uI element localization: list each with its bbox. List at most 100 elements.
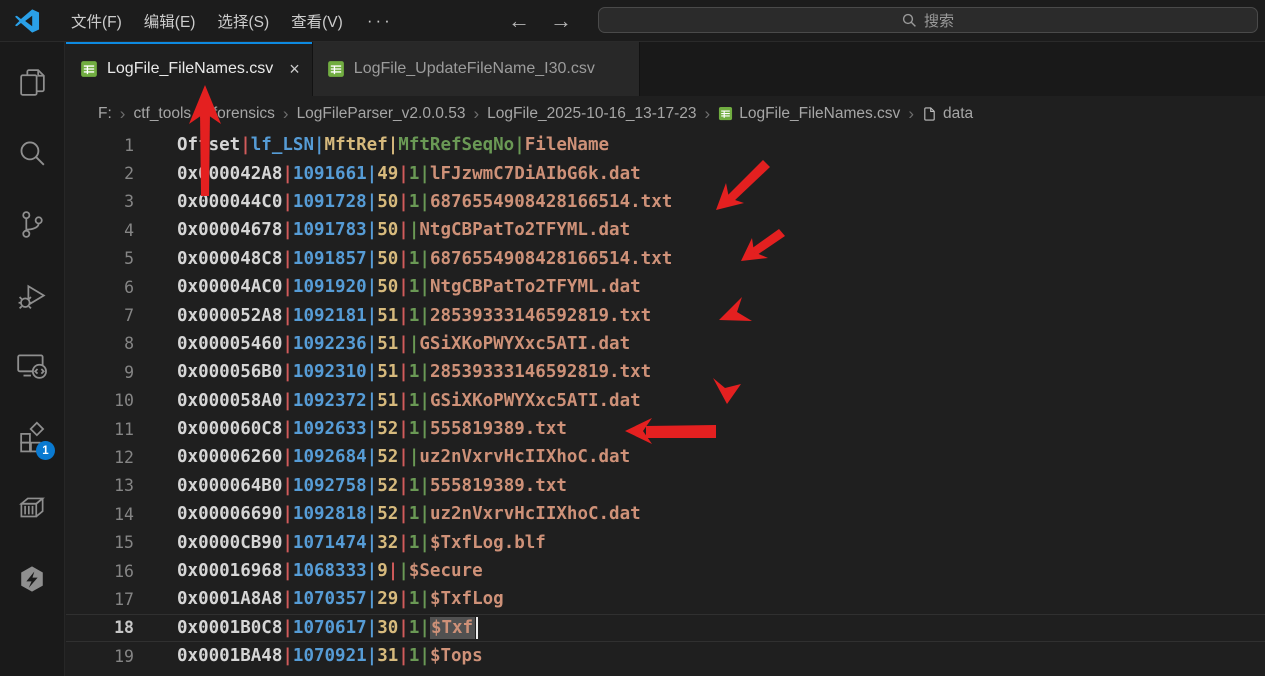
line-number: 2 — [66, 164, 134, 183]
tab-label: LogFile_UpdateFileName_I30.csv — [354, 60, 595, 78]
code-line[interactable]: 60x00004AC0|1091920|50|1|NtgCBPatTo2TFYM… — [66, 273, 1265, 301]
line-content: 0x00006260|1092684|52||uz2nVxrvHcIIXhoC.… — [177, 447, 630, 467]
line-number: 1 — [66, 136, 134, 155]
line-content: 0x00004AC0|1091920|50|1|NtgCBPatTo2TFYML… — [177, 277, 641, 297]
breadcrumb-item[interactable]: LogFile_2025-10-16_13-17-23 — [487, 105, 696, 123]
code-line[interactable]: 140x00006690|1092818|52|1|uz2nVxrvHcIIXh… — [66, 500, 1265, 528]
run-debug-icon — [16, 279, 49, 312]
menu-item[interactable]: 文件(F) — [60, 10, 133, 32]
files-icon — [16, 66, 49, 99]
csv-file-icon — [327, 60, 345, 78]
more-menu[interactable]: ··· — [354, 11, 406, 31]
code-line[interactable]: 20x000042A8|1091661|49|1|lFJzwmC7DiAIbG6… — [66, 159, 1265, 187]
breadcrumb-item-file[interactable]: LogFile_FileNames.csv — [718, 105, 900, 123]
line-content: 0x00006690|1092818|52|1|uz2nVxrvHcIIXhoC… — [177, 504, 641, 524]
line-content: 0x00004678|1091783|50||NtgCBPatTo2TFYML.… — [177, 220, 630, 240]
breadcrumb: F: › ctf_tools › forensics › LogFilePars… — [66, 96, 1265, 131]
line-content: 0x0001A8A8|1070357|29|1|$TxfLog — [177, 589, 504, 609]
sidebar-item-extensions[interactable]: 1 — [8, 413, 56, 461]
code-line[interactable]: 50x000048C8|1091857|50|1|687655490842816… — [66, 245, 1265, 273]
line-content: 0x000052A8|1092181|51|1|2853933314659281… — [177, 306, 651, 326]
line-content: Offset|lf_LSN|MftRef|MftRefSeqNo|FileNam… — [177, 135, 609, 155]
breadcrumb-item-data[interactable]: data — [922, 105, 973, 123]
sidebar-item-run-debug[interactable] — [8, 271, 56, 319]
activity-bar: 1 — [0, 42, 65, 676]
line-content: 0x000058A0|1092372|51|1|GSiXKoPWYXxc5ATI… — [177, 391, 641, 411]
close-icon[interactable]: × — [289, 60, 300, 78]
chevron-right-icon: › — [120, 104, 126, 124]
sidebar-item-search[interactable] — [8, 129, 56, 177]
line-number: 10 — [66, 391, 134, 410]
line-number: 3 — [66, 192, 134, 211]
code-line[interactable]: 13 0x000064B0|1092758|52|1|555819389.txt — [66, 472, 1265, 500]
code-line[interactable]: 11 0x000060C8|1092633|52|1|555819389.txt — [66, 415, 1265, 443]
line-content: 0x000060C8|1092633|52|1|555819389.txt — [177, 419, 567, 439]
line-number: 15 — [66, 533, 134, 552]
tab-logfile-filenames[interactable]: LogFile_FileNames.csv × — [66, 42, 313, 96]
back-arrow-icon[interactable]: ← — [508, 0, 530, 41]
line-number: 17 — [66, 590, 134, 609]
search-input[interactable]: 搜索 — [598, 7, 1258, 33]
line-content: 0x000048C8|1091857|50|1|6876554908428166… — [177, 249, 672, 269]
file-icon — [922, 106, 937, 122]
source-control-icon — [16, 208, 49, 241]
csv-file-icon — [80, 60, 98, 78]
container-icon — [15, 491, 49, 525]
chevron-right-icon: › — [283, 104, 289, 124]
menu-item[interactable]: 编辑(E) — [133, 10, 207, 32]
breadcrumb-label: data — [943, 105, 973, 123]
chevron-right-icon: › — [908, 104, 914, 124]
breadcrumb-item[interactable]: F: — [98, 105, 112, 123]
code-line[interactable]: 120x00006260|1092684|52||uz2nVxrvHcIIXho… — [66, 443, 1265, 471]
line-number: 16 — [66, 562, 134, 581]
menu-item[interactable]: 选择(S) — [206, 10, 280, 32]
sidebar-item-containers[interactable] — [8, 484, 56, 532]
code-line[interactable]: 1 Offset|lf_LSN|MftRef|MftRefSeqNo|FileNa… — [66, 131, 1265, 159]
code-line[interactable]: 190x0001BA48|1070921|31|1|$Tops — [66, 642, 1265, 670]
csv-file-icon — [718, 106, 733, 121]
line-number: 11 — [66, 420, 134, 439]
line-number: 8 — [66, 334, 134, 353]
search-icon — [902, 13, 917, 28]
sidebar-item-thunder-client[interactable] — [8, 555, 56, 603]
editor-lines: 1 Offset|lf_LSN|MftRef|MftRefSeqNo|FileNa… — [66, 131, 1265, 676]
sidebar-item-remote-explorer[interactable] — [8, 342, 56, 390]
search-icon — [16, 137, 49, 170]
line-content: 0x00016968|1068333|9||$Secure — [177, 561, 483, 581]
menu-item[interactable]: 查看(V) — [280, 10, 354, 32]
line-content: 0x000064B0|1092758|52|1|555819389.txt — [177, 476, 567, 496]
line-number: 9 — [66, 363, 134, 382]
code-line[interactable]: 16 0x00016968|1068333|9||$Secure — [66, 557, 1265, 585]
line-content: 0x00005460|1092236|51||GSiXKoPWYXxc5ATI.… — [177, 334, 630, 354]
tab-logfile-updatefilename-i30[interactable]: LogFile_UpdateFileName_I30.csv — [313, 42, 640, 96]
line-number: 18 — [66, 618, 134, 637]
title-bar: 文件(F)编辑(E)选择(S)查看(V) ··· ← → 搜索 — [0, 0, 1265, 42]
line-number: 13 — [66, 476, 134, 495]
line-number: 7 — [66, 306, 134, 325]
forward-arrow-icon[interactable]: → — [550, 0, 572, 41]
breadcrumb-item[interactable]: forensics — [213, 105, 275, 123]
remote-explorer-icon — [15, 349, 49, 383]
breadcrumb-item[interactable]: LogFileParser_v2.0.0.53 — [297, 105, 466, 123]
menu-bar: 文件(F)编辑(E)选择(S)查看(V) — [60, 10, 354, 32]
code-line[interactable]: 90x000056B0|1092310|51|1|285393331465928… — [66, 358, 1265, 386]
code-line[interactable]: 180x0001B0C8|1070617|30|1|$Txf — [66, 614, 1265, 642]
code-line[interactable]: 40x00004678|1091783|50||NtgCBPatTo2TFYML… — [66, 216, 1265, 244]
chevron-right-icon: › — [199, 104, 205, 124]
code-line[interactable]: 150x0000CB90|1071474|32|1|$TxfLog.blf — [66, 528, 1265, 556]
code-line[interactable]: 7 0x000052A8|1092181|51|1|285393331465928… — [66, 301, 1265, 329]
sidebar-item-source-control[interactable] — [8, 200, 56, 248]
code-line[interactable]: 10 0x000058A0|1092372|51|1|GSiXKoPWYXxc5A… — [66, 387, 1265, 415]
tab-bar: LogFile_FileNames.csv × LogFile_UpdateFi… — [66, 42, 1265, 96]
chevron-right-icon: › — [473, 104, 479, 124]
line-content: 0x000044C0|1091728|50|1|6876554908428166… — [177, 192, 672, 212]
extensions-badge: 1 — [36, 441, 55, 460]
line-number: 19 — [66, 647, 134, 666]
breadcrumb-item[interactable]: ctf_tools — [133, 105, 191, 123]
code-line[interactable]: 8 0x00005460|1092236|51||GSiXKoPWYXxc5ATI… — [66, 330, 1265, 358]
tab-label: LogFile_FileNames.csv — [107, 60, 273, 78]
vscode-logo-icon — [14, 8, 40, 34]
code-line[interactable]: 3 0x000044C0|1091728|50|1|687655490842816… — [66, 188, 1265, 216]
sidebar-item-explorer[interactable] — [8, 58, 56, 106]
code-line[interactable]: 17 0x0001A8A8|1070357|29|1|$TxfLog — [66, 585, 1265, 613]
